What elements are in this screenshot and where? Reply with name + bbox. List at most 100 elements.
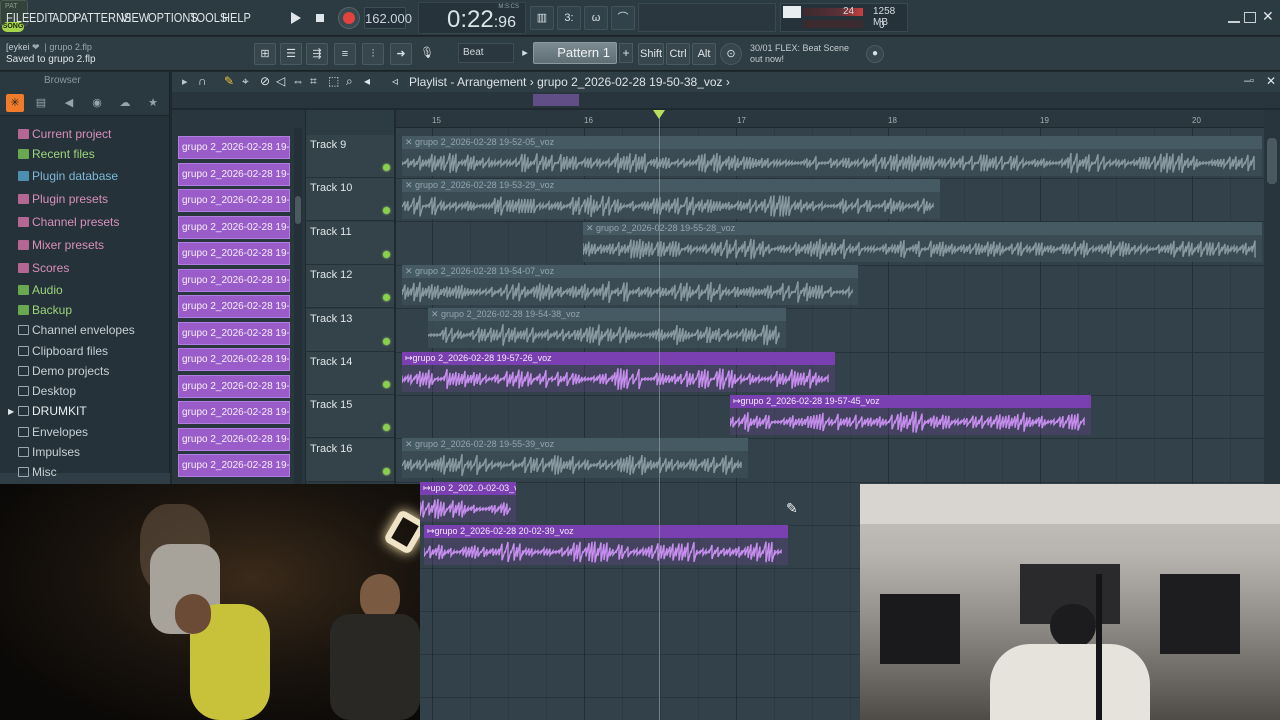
news-icon[interactable]: ⊙ — [720, 43, 742, 65]
expand-icon[interactable]: ▸ — [182, 75, 188, 88]
pattern-picker-item[interactable]: grupo 2_2026-02-28 19-... — [178, 375, 290, 398]
track-header[interactable]: Track 12 — [306, 265, 394, 309]
audio-clip[interactable]: ✕ grupo 2_2026-02-28 19-53-29_voz — [402, 179, 940, 219]
browser-star-icon[interactable]: ★ — [144, 94, 162, 112]
pattern-picker-item[interactable]: grupo 2_2026-02-28 19-... — [178, 348, 290, 371]
browser-item[interactable]: Channel presets — [18, 213, 119, 231]
browser-plugin-icon[interactable]: ◉ — [88, 94, 106, 112]
piano-icon[interactable]: ▥ — [530, 6, 554, 30]
metronome-icon[interactable]: 3: — [557, 6, 581, 30]
record-button[interactable] — [338, 7, 360, 29]
news-line1[interactable]: 30/01 FLEX: Beat Scene — [750, 43, 849, 53]
audio-clip[interactable]: ↦upo 2_202..0-02-03_voz — [420, 482, 516, 522]
speaker-icon[interactable]: ◃ — [392, 74, 398, 88]
audio-clip[interactable]: ✕ grupo 2_2026-02-28 19-55-39_voz — [402, 438, 748, 478]
pattern-picker-item[interactable]: grupo 2_2026-02-28 19-... — [178, 269, 290, 292]
track-enable-led[interactable] — [383, 337, 390, 345]
browser-item[interactable]: Backup — [18, 301, 72, 319]
pattern-picker-item[interactable]: grupo 2_2026-02-28 19-... — [178, 428, 290, 451]
menu-edit[interactable]: EDIT — [29, 10, 54, 25]
picker-scroll-thumb[interactable] — [295, 196, 301, 224]
browser-item[interactable]: Audio — [18, 281, 63, 299]
audio-clip[interactable]: ✕ grupo 2_2026-02-28 19-55-28_voz — [583, 222, 1262, 262]
browser-item[interactable]: Demo projects — [18, 362, 109, 380]
browser-item[interactable]: Recent files — [18, 145, 95, 163]
playback-icon[interactable]: ◂ — [364, 74, 370, 88]
audio-clip[interactable]: ✕ grupo 2_2026-02-28 19-54-07_voz — [402, 265, 858, 305]
brush-icon[interactable]: ⌖ — [242, 74, 249, 89]
audio-clip[interactable]: ✕ grupo 2_2026-02-28 19-52-05_voz — [402, 136, 1262, 176]
browser-item[interactable]: Channel envelopes — [18, 321, 135, 339]
snap-selector[interactable]: Beat — [458, 43, 514, 63]
playlist-restore-icon[interactable]: ▫ — [1250, 75, 1254, 87]
microphone-icon[interactable]: 🎙 — [416, 43, 438, 65]
news-line2[interactable]: out now! — [750, 54, 784, 64]
browser-item[interactable]: Envelopes — [18, 423, 88, 441]
playhead-marker[interactable] — [653, 110, 665, 119]
slice-icon[interactable]: ⌗ — [310, 74, 317, 89]
channelrack-icon[interactable]: ≡ — [334, 43, 356, 65]
time-ruler[interactable] — [396, 110, 1264, 128]
track-header[interactable]: Track 16 — [306, 438, 394, 482]
pattern-picker-item[interactable]: grupo 2_2026-02-28 19-... — [178, 163, 290, 186]
browser-item[interactable]: DRUMKIT — [18, 402, 87, 420]
mixer-icon[interactable]: ⫶ — [362, 43, 384, 65]
browser-item[interactable]: Current project — [18, 125, 111, 143]
pattern-picker-item[interactable]: grupo 2_2026-02-28 19-... — [178, 454, 290, 477]
menu-view[interactable]: VIEW — [121, 10, 149, 25]
shift-button[interactable]: Shift — [638, 43, 664, 65]
mute-icon[interactable]: ◁ — [276, 74, 285, 88]
pianoroll-icon[interactable]: ⇶ — [306, 43, 328, 65]
pattern-picker-item[interactable]: grupo 2_2026-02-28 19-... — [178, 242, 290, 265]
audio-clip[interactable]: ↦grupo 2_2026-02-28 19-57-45_voz — [730, 395, 1091, 435]
track-enable-led[interactable] — [383, 164, 390, 171]
select-icon[interactable]: ⬚ — [328, 74, 339, 88]
close-icon[interactable]: ✕ — [1262, 9, 1274, 23]
wave-icon[interactable]: ω — [584, 6, 608, 30]
pattern-picker-item[interactable]: grupo 2_2026-02-28 19-... — [178, 295, 290, 318]
globe-icon[interactable]: ● — [866, 45, 884, 63]
playlist-close-icon[interactable]: ✕ — [1266, 74, 1276, 88]
zoom-icon[interactable]: ⌕ — [346, 74, 353, 89]
time-display[interactable]: 0:22:96 M:S:CS — [418, 2, 526, 34]
playlist-overview[interactable] — [172, 92, 1280, 108]
slip-icon[interactable]: ⇔ — [292, 74, 304, 88]
playlist-icon[interactable]: ☰ — [280, 43, 302, 65]
ctrl-button[interactable]: Ctrl — [666, 43, 690, 65]
browser-item[interactable]: Clipboard files — [18, 342, 108, 360]
play-button[interactable] — [286, 6, 306, 30]
track-enable-led[interactable] — [383, 250, 390, 258]
track-enable-led[interactable] — [383, 467, 390, 475]
menu-add[interactable]: ADD — [52, 10, 75, 25]
track-header[interactable]: Track 15 — [306, 395, 394, 439]
browser-item[interactable]: Mixer presets — [18, 236, 104, 254]
menu-help[interactable]: HELP — [222, 10, 251, 25]
track-enable-led[interactable] — [383, 381, 390, 388]
audio-clip[interactable]: ↦grupo 2_2026-02-28 20-02-39_voz — [424, 525, 788, 565]
track-header[interactable]: Track 14 — [306, 352, 394, 395]
browser-item[interactable]: Impulses — [18, 443, 80, 461]
track-header[interactable]: Track 10 — [306, 178, 394, 222]
magnet-icon[interactable]: ∩ — [198, 74, 207, 88]
stop-button[interactable] — [312, 6, 330, 30]
pencil-icon[interactable]: ✎ — [224, 74, 234, 88]
pattern-picker-item[interactable]: grupo 2_2026-02-28 19-... — [178, 136, 290, 159]
tempo-display[interactable]: 162.000 — [364, 7, 412, 29]
pattern-prev-icon[interactable]: ▸ — [518, 43, 532, 65]
track-header[interactable]: Track 13 — [306, 308, 394, 352]
plugin-picker-icon[interactable]: ➜ — [390, 43, 412, 65]
browser-files-icon[interactable]: ▤ — [32, 94, 50, 112]
add-pattern-button[interactable]: + — [619, 43, 633, 63]
playlist-scroll-thumb[interactable] — [1267, 138, 1277, 184]
track-header[interactable]: Track 9 — [306, 135, 394, 178]
browser-all-icon[interactable]: ✳ — [6, 94, 24, 112]
pattern-picker-item[interactable]: grupo 2_2026-02-28 19-... — [178, 216, 290, 239]
restore-icon[interactable] — [1244, 12, 1256, 23]
playlist-scrollbar[interactable] — [1264, 110, 1280, 484]
antenna-icon[interactable]: ⌒ — [611, 6, 635, 30]
pattern-picker-item[interactable]: grupo 2_2026-02-28 19-... — [178, 189, 290, 212]
audio-clip[interactable]: ↦grupo 2_2026-02-28 19-57-26_voz — [402, 352, 835, 392]
minimize-icon[interactable] — [1228, 12, 1240, 23]
track-enable-led[interactable] — [383, 207, 390, 215]
track-enable-led[interactable] — [383, 424, 390, 432]
